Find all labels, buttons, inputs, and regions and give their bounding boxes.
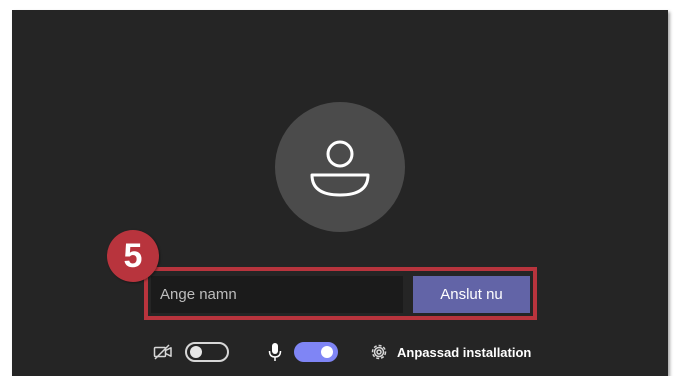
microphone-toggle-knob: [321, 346, 333, 358]
microphone-toggle[interactable]: [294, 342, 338, 362]
highlight-frame: [144, 267, 537, 320]
custom-setup-label[interactable]: Anpassad installation: [397, 345, 531, 360]
step-number-badge: 5: [107, 230, 159, 282]
gear-icon[interactable]: [369, 342, 389, 362]
microphone-icon[interactable]: [268, 342, 282, 362]
camera-toggle-knob: [190, 346, 202, 358]
screenshot-stage: 5 Anslut nu Anpassad installation: [0, 0, 678, 376]
person-icon: [310, 140, 370, 197]
avatar: [275, 102, 405, 232]
camera-toggle[interactable]: [185, 342, 229, 362]
device-controls: Anpassad installation: [0, 337, 678, 367]
camera-off-icon[interactable]: [153, 344, 173, 360]
